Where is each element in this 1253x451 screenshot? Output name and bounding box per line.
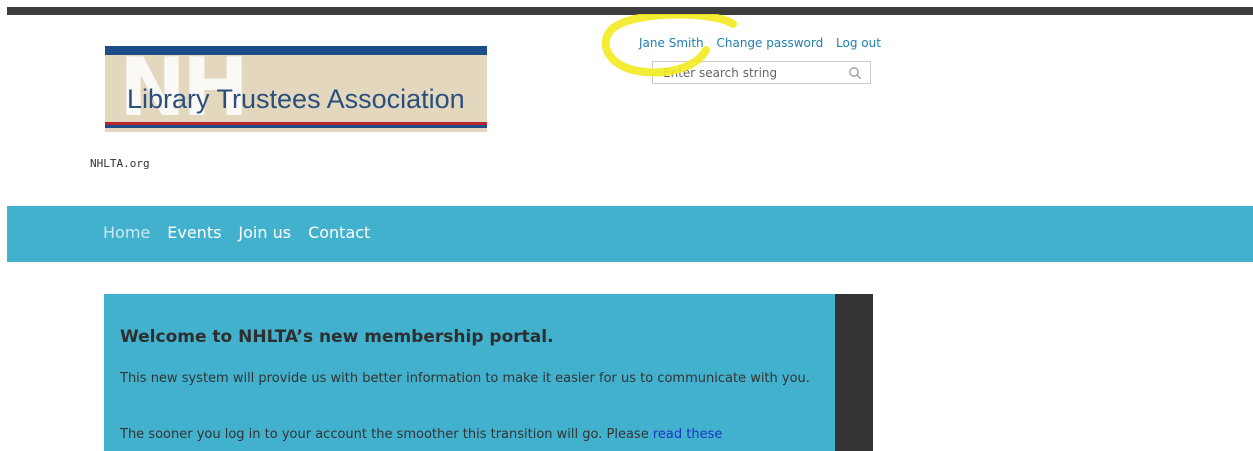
user-links: Jane Smith Change password Log out xyxy=(639,36,881,50)
nav-item-join-us[interactable]: Join us xyxy=(238,223,291,242)
site-tagline: NHLTA.org xyxy=(90,157,150,170)
main-navbar: Home Events Join us Contact xyxy=(7,206,1253,262)
log-out-link[interactable]: Log out xyxy=(836,36,881,50)
search-icon[interactable] xyxy=(848,66,862,80)
top-bar xyxy=(7,7,1253,15)
site-logo[interactable]: NH Library Trustees Association xyxy=(105,46,487,132)
logo-name: Library Trustees Association xyxy=(127,84,465,114)
nav-item-contact[interactable]: Contact xyxy=(308,223,370,242)
side-panel xyxy=(835,294,873,451)
welcome-panel: Welcome to NHLTA’s new membership portal… xyxy=(104,294,835,451)
logo-stripe-bottom xyxy=(105,125,487,128)
search-input[interactable] xyxy=(663,64,843,81)
nav-item-home[interactable]: Home xyxy=(103,223,150,242)
welcome-paragraph-2-text: The sooner you log in to your account th… xyxy=(120,427,653,442)
search-box xyxy=(652,61,871,84)
change-password-link[interactable]: Change password xyxy=(716,36,823,50)
read-these-link[interactable]: read these xyxy=(653,427,723,442)
main-nav: Home Events Join us Contact xyxy=(103,223,370,242)
welcome-paragraph-1: This new system will provide us with bet… xyxy=(120,371,810,386)
user-name-link[interactable]: Jane Smith xyxy=(639,36,704,50)
nav-item-events[interactable]: Events xyxy=(167,223,221,242)
welcome-title: Welcome to NHLTA’s new membership portal… xyxy=(120,327,554,347)
welcome-paragraph-2: The sooner you log in to your account th… xyxy=(120,425,820,445)
